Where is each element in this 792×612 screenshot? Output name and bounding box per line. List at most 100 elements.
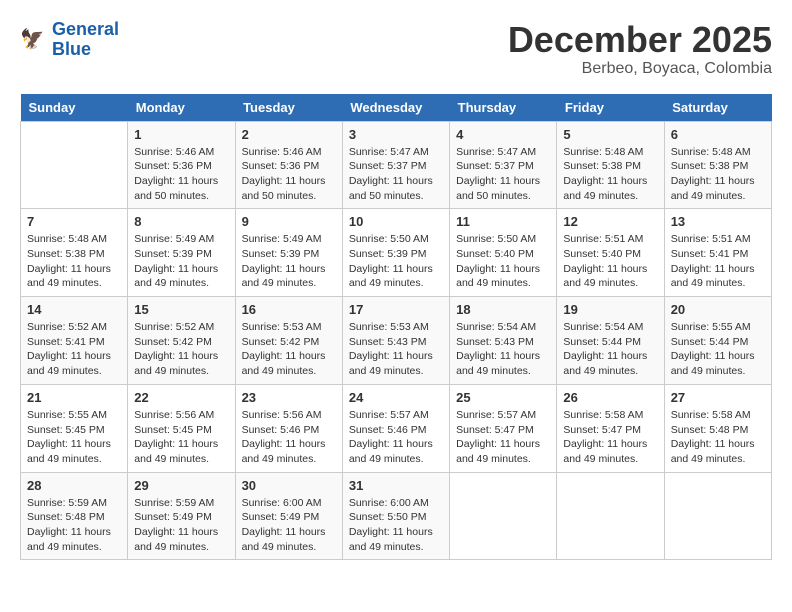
day-info: Sunrise: 5:51 AMSunset: 5:40 PMDaylight:… <box>563 232 657 291</box>
day-number: 13 <box>671 214 765 229</box>
calendar-cell: 15Sunrise: 5:52 AMSunset: 5:42 PMDayligh… <box>128 297 235 385</box>
calendar-cell: 22Sunrise: 5:56 AMSunset: 5:45 PMDayligh… <box>128 384 235 472</box>
day-info: Sunrise: 5:53 AMSunset: 5:43 PMDaylight:… <box>349 320 443 379</box>
day-of-week-header: Monday <box>128 94 235 122</box>
day-number: 8 <box>134 214 228 229</box>
day-info: Sunrise: 5:52 AMSunset: 5:41 PMDaylight:… <box>27 320 121 379</box>
calendar-cell: 19 Sunrise: 5:54 AMSunset: 5:44 PMDayligh… <box>557 297 664 385</box>
calendar-cell: 16Sunrise: 5:53 AMSunset: 5:42 PMDayligh… <box>235 297 342 385</box>
day-number: 11 <box>456 214 550 229</box>
day-info: Sunrise: 5:55 AMSunset: 5:45 PMDaylight:… <box>27 408 121 467</box>
day-of-week-header: Saturday <box>664 94 771 122</box>
day-info: Sunrise: 5:55 AMSunset: 5:44 PMDaylight:… <box>671 320 765 379</box>
calendar-cell: 31 Sunrise: 6:00 AMSunset: 5:50 PMDayligh… <box>342 472 449 560</box>
day-info: Sunrise: 5:46 AMSunset: 5:36 PMDaylight:… <box>134 145 228 204</box>
day-info: Sunrise: 5:49 AMSunset: 5:39 PMDaylight:… <box>134 232 228 291</box>
logo-line1: General <box>52 19 119 39</box>
calendar-cell <box>557 472 664 560</box>
calendar-cell: 10 Sunrise: 5:50 AMSunset: 5:39 PMDayligh… <box>342 209 449 297</box>
calendar-cell: 4 Sunrise: 5:47 AMSunset: 5:37 PMDaylight… <box>450 121 557 209</box>
day-number: 2 <box>242 127 336 142</box>
day-number: 1 <box>134 127 228 142</box>
calendar-cell <box>21 121 128 209</box>
day-number: 30 <box>242 478 336 493</box>
day-info: Sunrise: 5:54 AMSunset: 5:43 PMDaylight:… <box>456 320 550 379</box>
day-info: Sunrise: 5:48 AMSunset: 5:38 PMDaylight:… <box>27 232 121 291</box>
day-info: Sunrise: 5:56 AMSunset: 5:46 PMDaylight:… <box>242 408 336 467</box>
day-number: 19 <box>563 302 657 317</box>
calendar-cell: 27 Sunrise: 5:58 AMSunset: 5:48 PMDayligh… <box>664 384 771 472</box>
day-info: Sunrise: 6:00 AMSunset: 5:50 PMDaylight:… <box>349 496 443 555</box>
day-info: Sunrise: 5:58 AMSunset: 5:48 PMDaylight:… <box>671 408 765 467</box>
day-number: 10 <box>349 214 443 229</box>
svg-text:🦅: 🦅 <box>20 26 44 50</box>
day-number: 5 <box>563 127 657 142</box>
day-number: 17 <box>349 302 443 317</box>
calendar-cell: 13 Sunrise: 5:51 AMSunset: 5:41 PMDayligh… <box>664 209 771 297</box>
calendar-cell: 17 Sunrise: 5:53 AMSunset: 5:43 PMDayligh… <box>342 297 449 385</box>
calendar-cell: 9Sunrise: 5:49 AMSunset: 5:39 PMDaylight… <box>235 209 342 297</box>
day-info: Sunrise: 5:50 AMSunset: 5:40 PMDaylight:… <box>456 232 550 291</box>
logo-line2: Blue <box>52 40 119 60</box>
location-subtitle: Berbeo, Boyaca, Colombia <box>508 60 772 78</box>
day-info: Sunrise: 5:59 AMSunset: 5:49 PMDaylight:… <box>134 496 228 555</box>
day-info: Sunrise: 5:48 AMSunset: 5:38 PMDaylight:… <box>671 145 765 204</box>
calendar-header-row: SundayMondayTuesdayWednesdayThursdayFrid… <box>21 94 772 122</box>
day-info: Sunrise: 5:46 AMSunset: 5:36 PMDaylight:… <box>242 145 336 204</box>
calendar-cell: 8 Sunrise: 5:49 AMSunset: 5:39 PMDaylight… <box>128 209 235 297</box>
day-number: 25 <box>456 390 550 405</box>
calendar-cell: 11 Sunrise: 5:50 AMSunset: 5:40 PMDayligh… <box>450 209 557 297</box>
calendar-week-row: 7 Sunrise: 5:48 AMSunset: 5:38 PMDaylight… <box>21 209 772 297</box>
day-of-week-header: Thursday <box>450 94 557 122</box>
logo: 🦅 General Blue <box>20 20 119 60</box>
day-info: Sunrise: 5:57 AMSunset: 5:46 PMDaylight:… <box>349 408 443 467</box>
day-info: Sunrise: 5:52 AMSunset: 5:42 PMDaylight:… <box>134 320 228 379</box>
day-info: Sunrise: 5:54 AMSunset: 5:44 PMDaylight:… <box>563 320 657 379</box>
day-number: 31 <box>349 478 443 493</box>
day-number: 4 <box>456 127 550 142</box>
calendar-cell: 29 Sunrise: 5:59 AMSunset: 5:49 PMDayligh… <box>128 472 235 560</box>
header: 🦅 General Blue December 2025 Berbeo, Boy… <box>20 20 772 78</box>
day-number: 27 <box>671 390 765 405</box>
day-number: 20 <box>671 302 765 317</box>
calendar-cell: 3Sunrise: 5:47 AMSunset: 5:37 PMDaylight… <box>342 121 449 209</box>
day-number: 21 <box>27 390 121 405</box>
calendar-cell: 5 Sunrise: 5:48 AMSunset: 5:38 PMDaylight… <box>557 121 664 209</box>
calendar-cell <box>664 472 771 560</box>
day-info: Sunrise: 5:48 AMSunset: 5:38 PMDaylight:… <box>563 145 657 204</box>
day-info: Sunrise: 5:47 AMSunset: 5:37 PMDaylight:… <box>456 145 550 204</box>
day-info: Sunrise: 5:57 AMSunset: 5:47 PMDaylight:… <box>456 408 550 467</box>
day-number: 14 <box>27 302 121 317</box>
calendar-table: SundayMondayTuesdayWednesdayThursdayFrid… <box>20 94 772 561</box>
calendar-week-row: 1 Sunrise: 5:46 AMSunset: 5:36 PMDaylight… <box>21 121 772 209</box>
calendar-cell: 21 Sunrise: 5:55 AMSunset: 5:45 PMDayligh… <box>21 384 128 472</box>
calendar-cell: 23 Sunrise: 5:56 AMSunset: 5:46 PMDayligh… <box>235 384 342 472</box>
day-info: Sunrise: 5:59 AMSunset: 5:48 PMDaylight:… <box>27 496 121 555</box>
day-info: Sunrise: 5:50 AMSunset: 5:39 PMDaylight:… <box>349 232 443 291</box>
calendar-cell: 20 Sunrise: 5:55 AMSunset: 5:44 PMDayligh… <box>664 297 771 385</box>
calendar-cell: 7 Sunrise: 5:48 AMSunset: 5:38 PMDaylight… <box>21 209 128 297</box>
calendar-cell: 25 Sunrise: 5:57 AMSunset: 5:47 PMDayligh… <box>450 384 557 472</box>
calendar-cell <box>450 472 557 560</box>
day-number: 12 <box>563 214 657 229</box>
calendar-week-row: 21 Sunrise: 5:55 AMSunset: 5:45 PMDayligh… <box>21 384 772 472</box>
day-number: 3 <box>349 127 443 142</box>
calendar-cell: 6 Sunrise: 5:48 AMSunset: 5:38 PMDaylight… <box>664 121 771 209</box>
day-info: Sunrise: 6:00 AMSunset: 5:49 PMDaylight:… <box>242 496 336 555</box>
day-number: 9 <box>242 214 336 229</box>
day-number: 29 <box>134 478 228 493</box>
day-of-week-header: Sunday <box>21 94 128 122</box>
title-area: December 2025 Berbeo, Boyaca, Colombia <box>508 20 772 78</box>
day-number: 7 <box>27 214 121 229</box>
day-info: Sunrise: 5:51 AMSunset: 5:41 PMDaylight:… <box>671 232 765 291</box>
day-of-week-header: Tuesday <box>235 94 342 122</box>
day-number: 26 <box>563 390 657 405</box>
month-title: December 2025 <box>508 20 772 60</box>
day-number: 6 <box>671 127 765 142</box>
calendar-cell: 14 Sunrise: 5:52 AMSunset: 5:41 PMDayligh… <box>21 297 128 385</box>
day-number: 23 <box>242 390 336 405</box>
day-number: 28 <box>27 478 121 493</box>
logo-text: General Blue <box>52 20 119 60</box>
calendar-cell: 2 Sunrise: 5:46 AMSunset: 5:36 PMDaylight… <box>235 121 342 209</box>
day-number: 24 <box>349 390 443 405</box>
